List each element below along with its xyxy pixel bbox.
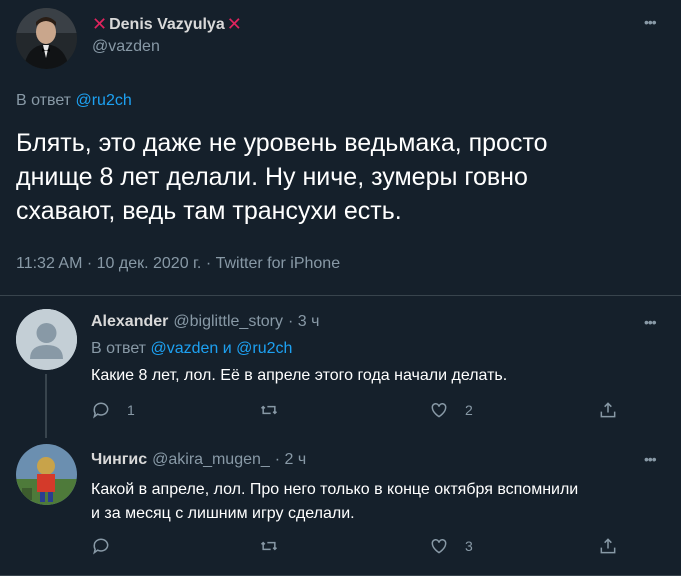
avatar-photo bbox=[16, 8, 77, 69]
display-name[interactable]: Denis Vazyulya bbox=[109, 16, 225, 34]
reply-to-link[interactable]: @vazden bbox=[150, 340, 218, 357]
share-button[interactable] bbox=[598, 536, 618, 556]
reply-text: Какие 8 лет, лол. Её в апреле этого года… bbox=[91, 367, 508, 384]
reply-context: В ответ @ru2ch bbox=[16, 92, 132, 110]
reply-and: и bbox=[222, 340, 232, 357]
cross-mark-icon: ✕ bbox=[226, 14, 242, 34]
tweet-text-line: Блять, это даже не уровень ведьмака, про… bbox=[16, 129, 548, 157]
divider bbox=[0, 295, 681, 296]
reply-time[interactable]: · 3 ч bbox=[288, 313, 319, 331]
tweet-timestamp[interactable]: 11:32 AM · 10 дек. 2020 г. · Twitter for… bbox=[16, 255, 340, 273]
avatar-alexander[interactable] bbox=[16, 309, 77, 370]
reply-text: Какой в апреле, лол. Про него только в к… bbox=[91, 478, 578, 526]
avatar-chingis[interactable] bbox=[16, 444, 77, 505]
avatar-denis[interactable] bbox=[16, 8, 77, 69]
author-header: ✕ Denis Vazyulya ✕ bbox=[92, 14, 242, 35]
like-button[interactable]: 2 bbox=[429, 400, 473, 420]
retweet-button[interactable] bbox=[259, 400, 279, 420]
tweet-text: Блять, это даже не уровень ведьмака, про… bbox=[16, 126, 548, 228]
cross-mark-icon: ✕ bbox=[92, 14, 108, 34]
reply-to-link[interactable]: @ru2ch bbox=[75, 92, 131, 109]
retweet-icon bbox=[260, 541, 278, 551]
tweet-text-line: днище 8 лет делали. Ну ниче, зумеры говн… bbox=[16, 163, 528, 191]
reply-button[interactable] bbox=[91, 536, 111, 556]
reply-text-line: Какой в апреле, лол. Про него только в к… bbox=[91, 481, 579, 498]
retweet-button[interactable] bbox=[259, 536, 279, 556]
reply-to-link[interactable]: @ru2ch bbox=[236, 340, 292, 357]
reply-prefix: В ответ bbox=[16, 92, 72, 109]
display-name[interactable]: Чингис bbox=[91, 451, 147, 469]
reply-count: 1 bbox=[127, 402, 135, 418]
thread-line bbox=[45, 374, 47, 438]
heart-icon bbox=[431, 402, 447, 418]
comment-icon bbox=[93, 402, 109, 419]
like-count: 2 bbox=[465, 402, 473, 418]
reply-time[interactable]: · 2 ч bbox=[275, 451, 306, 469]
comment-icon bbox=[93, 538, 109, 555]
like-count: 3 bbox=[465, 538, 473, 554]
more-options-icon[interactable]: ••• bbox=[644, 14, 657, 30]
reply-prefix: В ответ bbox=[91, 340, 147, 357]
reply-text-line: и за месяц с лишним игру сделали. bbox=[91, 505, 355, 522]
heart-icon bbox=[431, 538, 447, 554]
more-options-icon[interactable]: ••• bbox=[644, 314, 657, 330]
handle[interactable]: @akira_mugen_ bbox=[152, 451, 270, 469]
share-button[interactable] bbox=[598, 400, 618, 420]
reply-header: Alexander @biglittle_story · 3 ч bbox=[91, 313, 319, 331]
avatar-photo bbox=[16, 444, 77, 505]
more-options-icon[interactable]: ••• bbox=[644, 451, 657, 467]
reply-header: Чингис @akira_mugen_ · 2 ч bbox=[91, 451, 306, 469]
reply-button[interactable]: 1 bbox=[91, 400, 135, 420]
display-name[interactable]: Alexander bbox=[91, 313, 168, 331]
handle[interactable]: @vazden bbox=[92, 38, 160, 56]
share-icon bbox=[600, 538, 616, 554]
like-button[interactable]: 3 bbox=[429, 536, 473, 556]
handle[interactable]: @biglittle_story bbox=[173, 313, 283, 331]
reply-context: В ответ @vazden и @ru2ch bbox=[91, 340, 292, 358]
tweet-text-line: схавают, ведь там трансухи есть. bbox=[16, 197, 402, 225]
default-avatar-icon bbox=[16, 309, 77, 370]
share-icon bbox=[600, 402, 616, 418]
retweet-icon bbox=[260, 405, 278, 415]
